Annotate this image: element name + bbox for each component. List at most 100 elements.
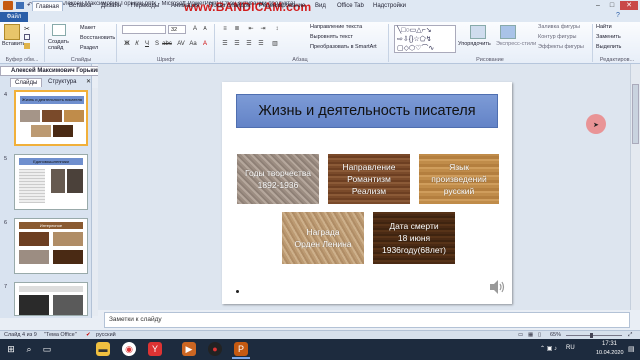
info-box-language[interactable]: Язык произведений русский [419, 154, 499, 204]
tab-transitions[interactable]: Переходы [128, 1, 162, 11]
save-icon[interactable] [16, 2, 24, 9]
normal-view-icon[interactable]: ▭ [518, 332, 523, 338]
powerpoint-taskbar-icon[interactable]: P [234, 342, 248, 356]
clock-time[interactable]: 17:31 [602, 341, 617, 347]
info-box-years[interactable]: Годы творчества 1892-1936 [237, 154, 319, 204]
arrange-button[interactable]: Упорядочить [458, 41, 491, 47]
tab-animation[interactable]: Анимация [168, 1, 202, 11]
start-icon[interactable]: ⊞ [4, 342, 18, 356]
input-language[interactable]: RU [566, 345, 575, 351]
bullets-icon[interactable]: ≡ [220, 25, 230, 34]
search-icon[interactable]: ⌕ [22, 342, 36, 356]
align-left-icon[interactable]: ☰ [220, 40, 230, 49]
tab-insert[interactable]: Вставка [66, 1, 94, 11]
slide-thumbnail[interactable]: Жизнь и деятельность писателя [14, 90, 88, 146]
align-center-icon[interactable]: ☰ [232, 40, 242, 49]
bandicam-icon[interactable]: ● [208, 342, 222, 356]
speaker-icon[interactable] [488, 278, 506, 296]
tab-slideshow[interactable]: Показ слайдов [206, 1, 253, 11]
tab-office-tab[interactable]: Office Tab [334, 1, 367, 11]
text-direction-button[interactable]: Направление текста [310, 24, 362, 30]
format-painter-icon[interactable] [24, 43, 30, 49]
notes-field[interactable]: Заметки к слайду [104, 312, 630, 328]
slide-thumbnail[interactable] [14, 282, 88, 316]
tab-slides[interactable]: Слайды [10, 78, 43, 87]
notifications-icon[interactable]: ▤ [628, 345, 635, 353]
quick-styles-icon[interactable] [500, 25, 516, 39]
grow-font-icon[interactable]: A [190, 25, 200, 34]
info-box-death-date[interactable]: Дата смерти 18 июня 1936году(68лет) [373, 212, 455, 264]
tab-view[interactable]: Вид [312, 1, 329, 11]
close-pane-icon[interactable]: ✕ [86, 78, 91, 85]
sorter-view-icon[interactable]: ▦ [528, 332, 533, 338]
shape-effects-button[interactable]: Эффекты фигуры [538, 44, 584, 50]
quick-styles-button[interactable]: Экспресс-стили [496, 41, 536, 47]
info-box-direction[interactable]: Направление Романтизм Реализм [328, 154, 410, 204]
columns-icon[interactable]: ▥ [270, 40, 280, 49]
tab-home[interactable]: Главная [32, 1, 63, 11]
convert-smartart-button[interactable]: Преобразовать в SmartArt [310, 44, 377, 50]
numbering-icon[interactable]: ≣ [232, 25, 242, 34]
file-explorer-icon[interactable]: ▬ [96, 342, 110, 356]
info-box-award[interactable]: Награда Орден Ленина [282, 212, 364, 264]
tab-addins[interactable]: Надстройки [370, 1, 409, 11]
tab-outline[interactable]: Структура [44, 78, 80, 87]
bold-icon[interactable]: Ж [122, 40, 132, 49]
underline-icon[interactable]: Ч [142, 40, 152, 49]
spellcheck-icon[interactable]: ✔ [86, 332, 91, 338]
clock-date[interactable]: 10.04.2020 [596, 350, 624, 356]
tab-design[interactable]: Дизайн [98, 1, 124, 11]
shape-fill-button[interactable]: Заливка фигуры [538, 24, 580, 30]
new-slide-icon[interactable] [52, 24, 66, 36]
cut-icon[interactable]: ✂ [24, 25, 30, 33]
font-name-select[interactable] [122, 25, 166, 34]
paste-button[interactable]: Вставить [2, 41, 25, 47]
spacing-icon[interactable]: AV [176, 40, 186, 49]
shrink-font-icon[interactable]: A [200, 25, 210, 34]
select-button[interactable]: Выделить [596, 44, 621, 50]
slide-title[interactable]: Жизнь и деятельность писателя [236, 94, 498, 128]
replace-button[interactable]: Заменить [596, 34, 621, 40]
zoom-slider-handle[interactable] [590, 333, 593, 338]
new-slide-button[interactable]: Создать слайд [48, 39, 72, 51]
yandex-icon[interactable]: Y [148, 342, 162, 356]
shadow-icon[interactable]: S [152, 40, 162, 49]
layout-button[interactable]: Макет [80, 25, 96, 31]
italic-icon[interactable]: К [132, 40, 142, 49]
zoom-slider[interactable] [566, 335, 622, 336]
chrome-icon[interactable]: ◉ [122, 342, 136, 356]
shapes-gallery[interactable]: ╲□○▭△⌐↘ ⇨⇩{}☆⬠↯ ▢◇⬡♡⌒∿ [394, 25, 456, 53]
paste-icon[interactable] [4, 24, 20, 40]
strikethrough-icon[interactable]: abc [162, 40, 172, 49]
media-icon[interactable]: ▶ [182, 342, 196, 356]
align-right-icon[interactable]: ☰ [244, 40, 254, 49]
font-size-select[interactable]: 32 [168, 25, 186, 34]
close-button[interactable]: ✕ [620, 1, 638, 10]
tab-file[interactable]: Файл [0, 12, 28, 22]
increase-indent-icon[interactable]: ⇥ [258, 25, 268, 34]
tray-icons[interactable]: ⌃ ▣ ♪ [540, 345, 557, 352]
decrease-indent-icon[interactable]: ⇤ [246, 25, 256, 34]
reading-view-icon[interactable]: ▯ [538, 332, 541, 338]
task-view-icon[interactable]: ▭ [40, 342, 54, 356]
justify-icon[interactable]: ☰ [256, 40, 266, 49]
bullet-placeholder[interactable] [236, 290, 239, 293]
align-text-button[interactable]: Выровнять текст [310, 34, 353, 40]
copy-icon[interactable] [24, 34, 30, 40]
slide-thumbnail[interactable]: Интересное [14, 218, 88, 274]
zoom-level[interactable]: 65% [550, 332, 561, 338]
font-color-icon[interactable]: A [200, 40, 210, 49]
help-icon[interactable]: ? [616, 12, 620, 19]
shape-outline-button[interactable]: Контур фигуры [538, 34, 576, 40]
find-button[interactable]: Найти [596, 24, 612, 30]
language-indicator[interactable]: русский [96, 332, 116, 338]
reset-button[interactable]: Восстановить [80, 35, 115, 41]
arrange-icon[interactable] [470, 25, 486, 39]
minimize-button[interactable]: – [592, 1, 604, 10]
scroll-thumb[interactable] [632, 84, 639, 144]
tab-review[interactable]: Рецензирование [256, 1, 308, 11]
editor-scrollbar[interactable] [630, 64, 640, 310]
change-case-icon[interactable]: Aa [188, 40, 198, 49]
fit-to-window-icon[interactable]: ⤢ [628, 332, 632, 339]
slide-canvas[interactable]: Жизнь и деятельность писателя Годы творч… [222, 82, 512, 304]
